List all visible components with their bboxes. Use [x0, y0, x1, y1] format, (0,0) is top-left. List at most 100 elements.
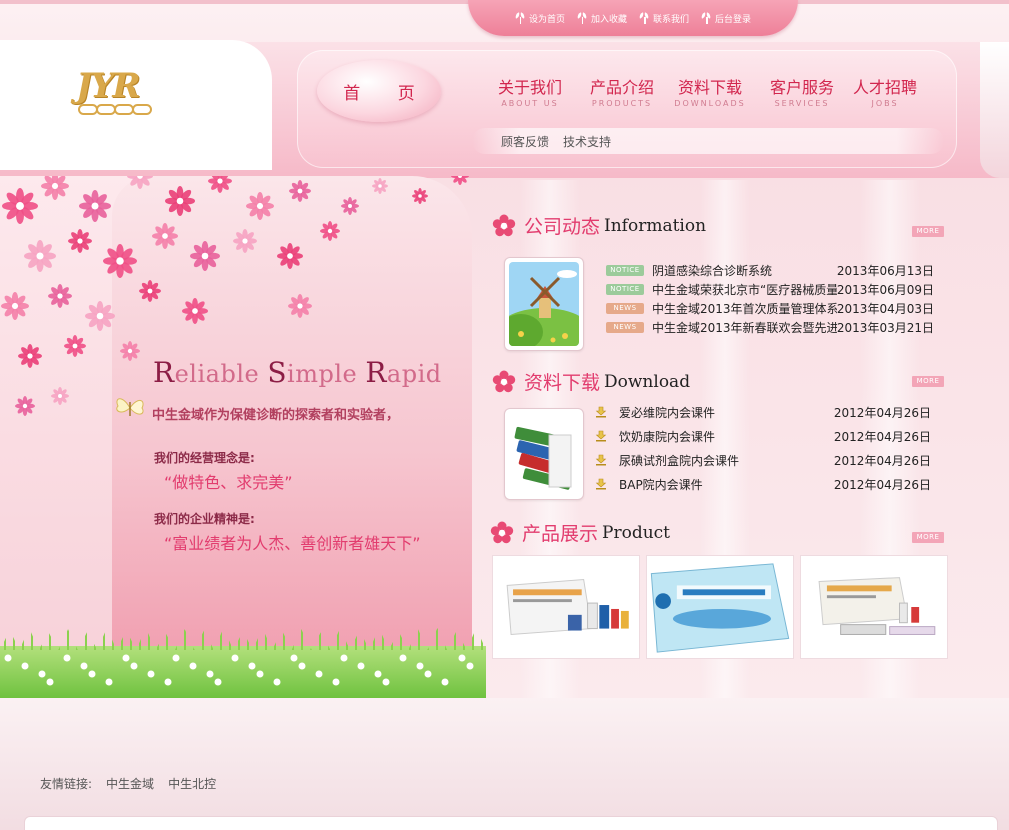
news-thumbnail — [504, 257, 584, 351]
news-title[interactable]: 中生金域2013年新春联欢会暨先进表 — [652, 319, 837, 336]
flower-icon — [182, 298, 208, 324]
add-favorite-link[interactable]: 加入收藏 — [577, 12, 627, 25]
daisy-icon — [88, 670, 96, 678]
daisy-icon — [248, 662, 256, 670]
flower-icon — [451, 176, 469, 186]
nav-services[interactable]: 客户服务 SERVICES — [762, 78, 842, 108]
friend-link[interactable]: 中生北控 — [168, 775, 216, 792]
flower-icon — [492, 214, 516, 236]
product-kit-image — [493, 556, 639, 658]
daisy-icon — [298, 662, 306, 670]
section-title-en: Information — [604, 215, 707, 236]
tagline-cap: R — [365, 356, 387, 389]
flower-icon — [490, 521, 514, 543]
nav-label: 关于我们 — [497, 78, 562, 97]
flower-icon — [120, 341, 140, 361]
nav-jobs[interactable]: 人才招聘 JOBS — [845, 78, 925, 108]
nav-downloads[interactable]: 资料下载 DOWNLOADS — [670, 78, 750, 108]
nav-label: 产品介绍 — [589, 78, 654, 97]
flower-icon — [320, 221, 340, 241]
friend-link[interactable]: 中生金域 — [106, 775, 154, 792]
set-homepage-link[interactable]: 设为首页 — [515, 12, 565, 25]
download-item[interactable]: 尿碘试剂盒院内会课件 2012年04月26日 — [595, 450, 931, 470]
nav-sublabel: ABOUT US — [501, 99, 559, 108]
top-link-label: 后台登录 — [715, 14, 752, 25]
flower-icon — [139, 279, 161, 303]
daisy-icon — [206, 670, 214, 678]
product-card-3[interactable] — [800, 555, 948, 659]
download-title[interactable]: 饮奶康院内会课件 — [619, 428, 715, 445]
news-more-button[interactable]: MORE — [912, 226, 944, 237]
notice-badge: NOTICE — [606, 265, 644, 276]
flower-icon — [289, 180, 311, 202]
spirit-text: “富业绩者为人杰、善创新者雄天下” — [164, 534, 421, 553]
product-section-header: 产品展示 Product — [490, 519, 670, 546]
flower-icon — [48, 283, 72, 309]
nav-about[interactable]: 关于我们 ABOUT US — [490, 78, 570, 108]
flower-icon — [85, 301, 115, 331]
daisy-icon — [290, 654, 298, 662]
flower-icon — [340, 196, 360, 216]
logo[interactable]: JYR — [76, 66, 168, 118]
flower-icon — [207, 176, 233, 194]
subnav-tech-support[interactable]: 技术支持 — [563, 133, 611, 150]
download-title[interactable]: 爱必维院内会课件 — [619, 404, 715, 421]
daisy-icon — [46, 678, 54, 686]
daisy-icon — [332, 678, 340, 686]
nav-label: 资料下载 — [677, 78, 742, 97]
nav-products[interactable]: 产品介绍 PRODUCTS — [582, 78, 662, 108]
daisy-icon — [38, 670, 46, 678]
daisy-icon — [172, 654, 180, 662]
flower-icon — [51, 387, 69, 405]
philosophy-text: “做特色、求完美” — [164, 473, 293, 492]
subnav-feedback[interactable]: 顾客反馈 — [501, 133, 549, 150]
news-item[interactable]: NOTICE 中生金域荣获北京市“医疗器械质量 2013年06月09日 — [606, 280, 934, 299]
download-item[interactable]: 饮奶康院内会课件 2012年04月26日 — [595, 426, 931, 446]
news-title[interactable]: 中生金域荣获北京市“医疗器械质量 — [652, 281, 837, 298]
news-title[interactable]: 中生金域2013年首次质量管理体系工 — [652, 300, 837, 317]
flower-icon — [2, 187, 38, 225]
bottom-band — [0, 698, 1009, 830]
flower-icon — [15, 396, 35, 416]
download-title[interactable]: 尿碘试剂盒院内会课件 — [619, 452, 739, 469]
flower-icon — [103, 244, 137, 278]
download-more-button[interactable]: MORE — [912, 376, 944, 387]
daisy-icon — [256, 670, 264, 678]
download-item[interactable]: BAP院内会课件 2012年04月26日 — [595, 474, 931, 494]
sub-nav: 顾客反馈 技术支持 — [472, 128, 944, 154]
hero-intro: 中生金域作为保健诊断的探索者和实验者， — [152, 408, 400, 423]
product-card-2[interactable] — [646, 555, 794, 659]
tagline-word: eliable — [174, 360, 268, 388]
news-title[interactable]: 阴道感染综合诊断系统 — [652, 262, 837, 279]
flower-icon — [412, 188, 428, 204]
top-link-label: 设为首页 — [528, 14, 565, 25]
daisy-row — [4, 654, 474, 686]
download-date: 2012年04月26日 — [833, 477, 931, 492]
news-item[interactable]: NEWS 中生金域2013年首次质量管理体系工 2013年04月03日 — [606, 299, 934, 318]
product-box-image — [647, 556, 793, 658]
download-item[interactable]: 爱必维院内会课件 2012年04月26日 — [595, 402, 931, 422]
logo-text: JYR — [76, 66, 141, 106]
download-title[interactable]: BAP院内会课件 — [619, 476, 703, 493]
daisy-icon — [189, 662, 197, 670]
page: JYR 设为首页 加入收藏 联系我们 后台登录 首 页 关于我们 ABOUT U… — [0, 0, 1009, 830]
flower-icon — [68, 229, 92, 253]
download-date: 2012年04月26日 — [833, 453, 931, 468]
product-card-1[interactable] — [492, 555, 640, 659]
flower-icon — [64, 334, 87, 358]
admin-login-link[interactable]: 后台登录 — [701, 12, 751, 25]
daisy-icon — [441, 678, 449, 686]
nav-home-button[interactable]: 首 页 — [317, 60, 441, 122]
philosophy-label: 我们的经营理念是: — [154, 451, 255, 465]
contact-us-link[interactable]: 联系我们 — [639, 12, 689, 25]
daisy-icon — [21, 662, 29, 670]
nav-sublabel: SERVICES — [774, 99, 830, 108]
news-item[interactable]: NOTICE 阴道感染综合诊断系统 2013年06月13日 — [606, 261, 934, 280]
nav-home-label: 首 页 — [343, 83, 431, 104]
daisy-icon — [374, 670, 382, 678]
daisy-icon — [382, 678, 390, 686]
news-section-header: 公司动态 Information — [492, 212, 706, 239]
product-more-button[interactable]: MORE — [912, 532, 944, 543]
news-item[interactable]: NEWS 中生金域2013年新春联欢会暨先进表 2013年03月21日 — [606, 318, 934, 337]
nav-sublabel: PRODUCTS — [591, 99, 653, 108]
